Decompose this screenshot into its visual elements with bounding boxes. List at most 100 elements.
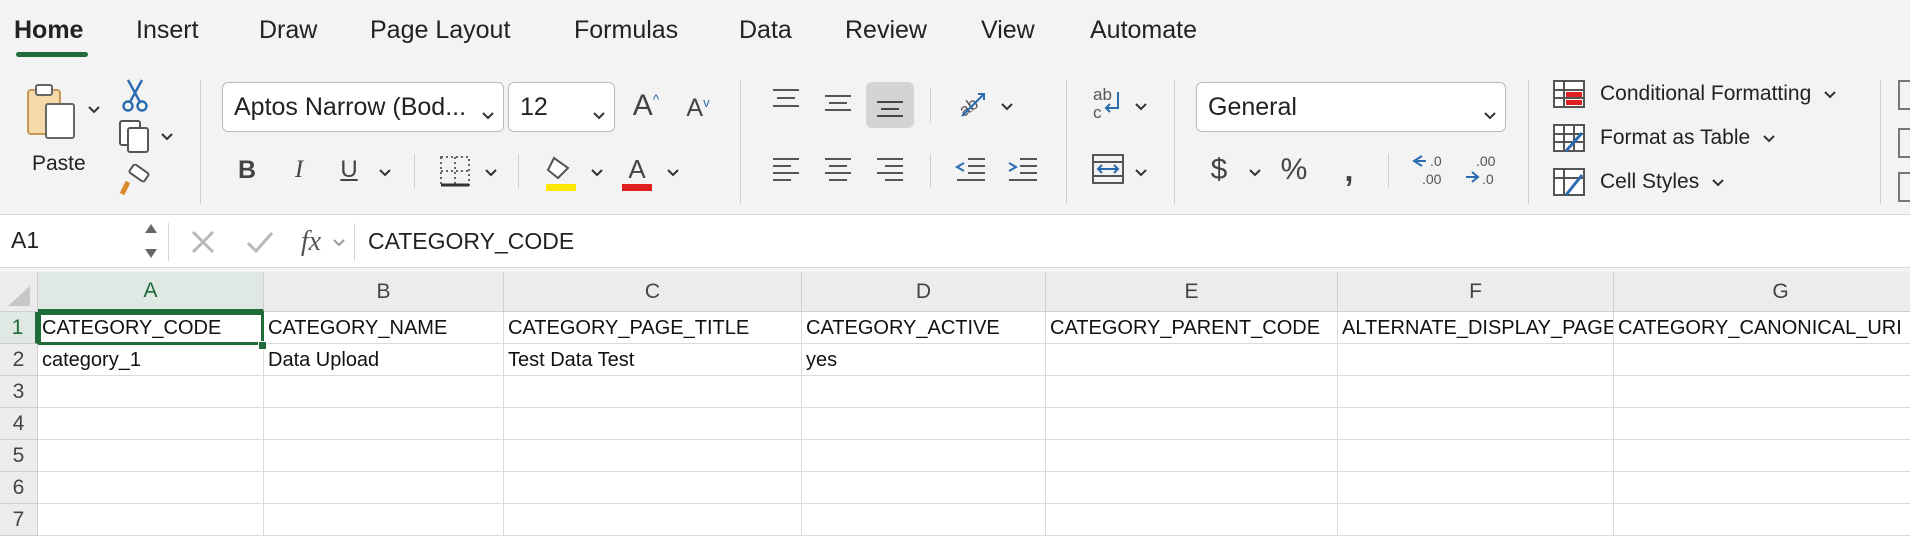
column-header-e[interactable]: E — [1046, 272, 1338, 312]
cell-g3[interactable] — [1614, 376, 1910, 408]
cell-e7[interactable] — [1046, 504, 1338, 536]
cell-g5[interactable] — [1614, 440, 1910, 472]
formula-input[interactable]: CATEGORY_CODE — [368, 228, 574, 255]
cell-e2[interactable] — [1046, 344, 1338, 376]
cell-c1[interactable]: CATEGORY_PAGE_TITLE — [504, 312, 802, 344]
cell-f2[interactable] — [1338, 344, 1614, 376]
bottom-align-icon[interactable] — [866, 82, 914, 128]
increase-font-size-icon[interactable]: A ^ — [628, 86, 664, 126]
column-header-g[interactable]: G — [1614, 272, 1910, 312]
cell-f5[interactable] — [1338, 440, 1614, 472]
tab-view[interactable]: View — [981, 16, 1035, 45]
cell-c3[interactable] — [504, 376, 802, 408]
cell-c5[interactable] — [504, 440, 802, 472]
underline-icon[interactable]: U — [334, 150, 364, 190]
cell-d4[interactable] — [802, 408, 1046, 440]
cell-d7[interactable] — [802, 504, 1046, 536]
paste-button[interactable]: Paste — [32, 152, 86, 176]
orientation-chevron-down-icon[interactable] — [1000, 100, 1014, 114]
row-header-1[interactable]: 1 — [0, 312, 38, 344]
cell-d2[interactable]: yes — [802, 344, 1046, 376]
comma-style-icon[interactable]: , — [1334, 150, 1364, 190]
cell-b7[interactable] — [264, 504, 504, 536]
cell-e3[interactable] — [1046, 376, 1338, 408]
format-as-table-button[interactable]: Format as Table — [1552, 121, 1776, 155]
font-name-dropdown[interactable]: Aptos Narrow (Bod... — [222, 82, 504, 132]
cell-c6[interactable] — [504, 472, 802, 504]
font-color-chevron-down-icon[interactable] — [666, 166, 680, 180]
cell-c4[interactable] — [504, 408, 802, 440]
column-header-b[interactable]: B — [264, 272, 504, 312]
paste-icon[interactable] — [24, 82, 78, 142]
tab-data[interactable]: Data — [739, 16, 792, 45]
cell-b6[interactable] — [264, 472, 504, 504]
italic-icon[interactable]: I — [284, 150, 314, 190]
conditional-formatting-button[interactable]: Conditional Formatting — [1552, 77, 1837, 111]
orientation-icon[interactable]: ab — [954, 86, 990, 122]
bold-icon[interactable]: B — [232, 150, 262, 190]
row-header-5[interactable]: 5 — [0, 440, 38, 472]
cut-icon[interactable] — [120, 78, 150, 112]
format-painter-icon[interactable] — [118, 164, 152, 198]
row-header-7[interactable]: 7 — [0, 504, 38, 536]
cell-f1[interactable]: ALTERNATE_DISPLAY_PAGE — [1338, 312, 1614, 344]
cell-a7[interactable] — [38, 504, 264, 536]
cell-d3[interactable] — [802, 376, 1046, 408]
name-box[interactable]: A1 — [0, 215, 162, 267]
column-header-c[interactable]: C — [504, 272, 802, 312]
cell-b2[interactable]: Data Upload — [264, 344, 504, 376]
decrease-indent-icon[interactable] — [954, 154, 988, 184]
increase-decimal-icon[interactable]: .0.00 — [1410, 150, 1452, 190]
percent-icon[interactable]: % — [1276, 150, 1312, 190]
tab-automate[interactable]: Automate — [1090, 16, 1197, 45]
decrease-decimal-icon[interactable]: .00.0 — [1462, 150, 1504, 190]
delete-cells-icon[interactable] — [1898, 128, 1910, 158]
insert-cells-icon[interactable] — [1898, 80, 1910, 110]
tab-home[interactable]: Home — [14, 16, 83, 45]
cell-g2[interactable] — [1614, 344, 1910, 376]
row-header-2[interactable]: 2 — [0, 344, 38, 376]
tab-draw[interactable]: Draw — [259, 16, 317, 45]
wrap-text-icon[interactable]: ab c — [1090, 84, 1126, 122]
cell-b4[interactable] — [264, 408, 504, 440]
insert-function-icon[interactable]: fx — [294, 223, 328, 261]
cell-g4[interactable] — [1614, 408, 1910, 440]
currency-icon[interactable]: $ — [1204, 150, 1234, 190]
cancel-icon[interactable] — [188, 227, 218, 257]
cell-g6[interactable] — [1614, 472, 1910, 504]
cell-a4[interactable] — [38, 408, 264, 440]
row-header-4[interactable]: 4 — [0, 408, 38, 440]
cell-d6[interactable] — [802, 472, 1046, 504]
paste-chevron-down-icon[interactable] — [87, 103, 101, 117]
merge-center-chevron-down-icon[interactable] — [1134, 166, 1148, 180]
copy-chevron-down-icon[interactable] — [160, 130, 174, 144]
column-header-a[interactable]: A — [38, 272, 264, 312]
format-cells-icon[interactable] — [1898, 172, 1910, 202]
cell-b3[interactable] — [264, 376, 504, 408]
cell-a5[interactable] — [38, 440, 264, 472]
tab-insert[interactable]: Insert — [136, 16, 199, 45]
column-header-f[interactable]: F — [1338, 272, 1614, 312]
fill-color-chevron-down-icon[interactable] — [590, 166, 604, 180]
row-header-6[interactable]: 6 — [0, 472, 38, 504]
top-align-icon[interactable] — [770, 86, 802, 116]
cell-styles-button[interactable]: Cell Styles — [1552, 165, 1725, 199]
increase-indent-icon[interactable] — [1006, 154, 1040, 184]
enter-icon[interactable] — [244, 227, 276, 257]
cell-a1[interactable]: CATEGORY_CODE — [38, 312, 264, 344]
align-right-icon[interactable] — [874, 154, 906, 184]
column-header-d[interactable]: D — [802, 272, 1046, 312]
cell-c2[interactable]: Test Data Test — [504, 344, 802, 376]
font-color-icon[interactable]: A — [620, 152, 654, 192]
tab-formulas[interactable]: Formulas — [574, 16, 678, 45]
number-format-dropdown[interactable]: General — [1196, 82, 1506, 132]
tab-page-layout[interactable]: Page Layout — [370, 16, 510, 45]
cell-f4[interactable] — [1338, 408, 1614, 440]
currency-chevron-down-icon[interactable] — [1248, 166, 1262, 180]
cell-g7[interactable] — [1614, 504, 1910, 536]
cell-b1[interactable]: CATEGORY_NAME — [264, 312, 504, 344]
cell-d5[interactable] — [802, 440, 1046, 472]
name-box-stepper-icon[interactable] — [142, 219, 160, 263]
middle-align-icon[interactable] — [822, 88, 854, 118]
wrap-text-chevron-down-icon[interactable] — [1134, 100, 1148, 114]
